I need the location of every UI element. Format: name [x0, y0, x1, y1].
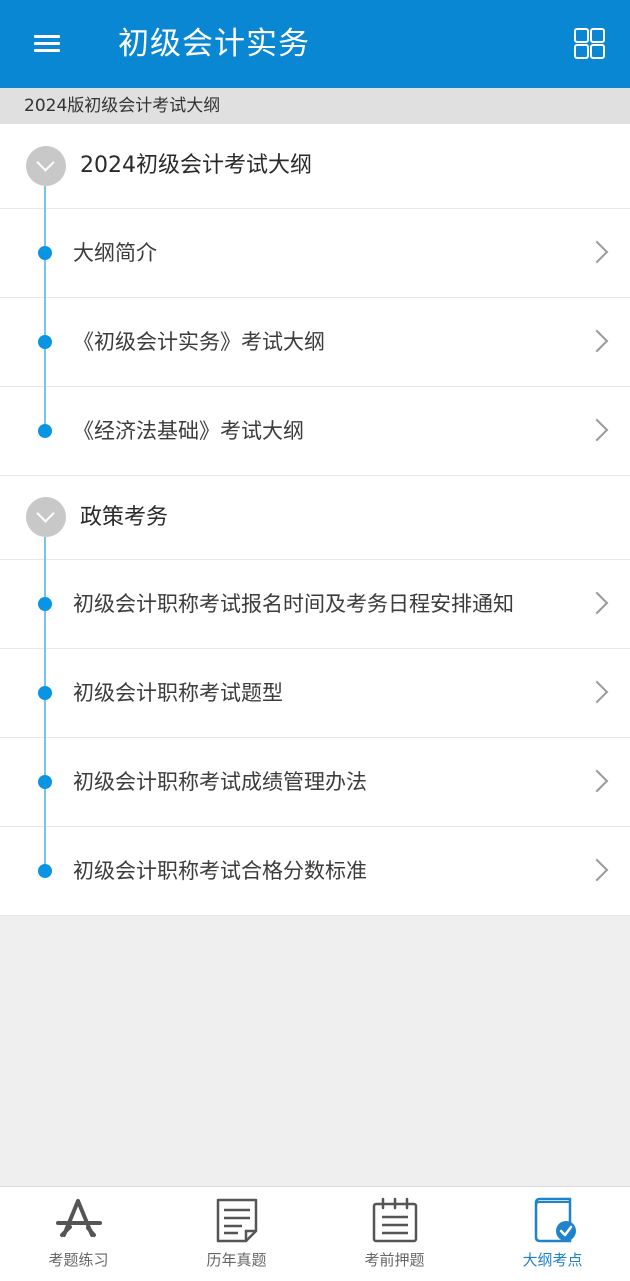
item-label: 初级会计职称考试题型: [73, 681, 283, 705]
chevron-right-icon: [585, 329, 609, 353]
chevron-right-icon: [585, 418, 609, 442]
chevron-right-icon: [585, 858, 609, 882]
bottom-tab-bar: 考题练习 历年真题 考前押题 大纲考点: [0, 1186, 630, 1281]
group-header[interactable]: 政策考务: [0, 476, 630, 561]
list-item[interactable]: 初级会计职称考试成绩管理办法: [0, 737, 630, 827]
tab-label: 考前押题: [364, 1251, 425, 1269]
timeline-dot: [38, 597, 52, 611]
subheader-bar: 2024版初级会计考试大纲: [0, 88, 630, 124]
list-item[interactable]: 《经济法基础》考试大纲: [0, 386, 630, 476]
tab-syllabus[interactable]: 大纲考点: [474, 1187, 630, 1281]
list-item[interactable]: 大纲简介: [0, 208, 630, 298]
tab-practice[interactable]: 考题练习: [0, 1187, 157, 1281]
timeline-dot: [38, 775, 52, 789]
practice-icon: [55, 1199, 102, 1237]
tab-label: 大纲考点: [522, 1251, 583, 1269]
item-label: 初级会计职称考试合格分数标准: [73, 859, 367, 883]
chevron-down-icon[interactable]: [26, 146, 66, 186]
chevron-right-icon: [585, 680, 609, 704]
item-label: 初级会计职称考试成绩管理办法: [73, 770, 367, 794]
group-outline: 2024初级会计考试大纲 大纲简介 《初级会计实务》考试大纲 《经济法基础》考试…: [0, 124, 630, 476]
page-title: 初级会计实务: [118, 26, 310, 62]
tab-predicted[interactable]: 考前押题: [316, 1187, 473, 1281]
timeline-dot: [38, 246, 52, 260]
item-label: 大纲简介: [73, 241, 157, 265]
syllabus-icon: [534, 1197, 576, 1243]
list-item[interactable]: 初级会计职称考试题型: [0, 648, 630, 738]
chevron-right-icon: [585, 240, 609, 264]
app-header: 初级会计实务: [0, 0, 630, 88]
timeline-dot: [38, 424, 52, 438]
chevron-right-icon: [585, 769, 609, 793]
past-papers-icon: [216, 1198, 257, 1243]
menu-icon[interactable]: [34, 35, 60, 53]
subheader-text: 2024版初级会计考试大纲: [24, 96, 221, 116]
item-label: 《初级会计实务》考试大纲: [73, 330, 325, 354]
group-header[interactable]: 2024初级会计考试大纲: [0, 124, 630, 210]
chevron-right-icon: [585, 591, 609, 615]
syllabus-list: 2024初级会计考试大纲 大纲简介 《初级会计实务》考试大纲 《经济法基础》考试…: [0, 124, 630, 916]
group-title: 政策考务: [80, 505, 169, 530]
tab-label: 考题练习: [48, 1251, 109, 1269]
tab-past-papers[interactable]: 历年真题: [158, 1187, 315, 1281]
timeline-dot: [38, 335, 52, 349]
predicted-questions-icon: [372, 1197, 417, 1243]
group-policy: 政策考务 初级会计职称考试报名时间及考务日程安排通知 初级会计职称考试题型 初级…: [0, 476, 630, 916]
grid-icon[interactable]: [574, 28, 606, 60]
timeline-dot: [38, 686, 52, 700]
group-title: 2024初级会计考试大纲: [80, 153, 312, 178]
list-item[interactable]: 《初级会计实务》考试大纲: [0, 297, 630, 387]
timeline-dot: [38, 864, 52, 878]
list-item[interactable]: 初级会计职称考试合格分数标准: [0, 826, 630, 916]
list-item[interactable]: 初级会计职称考试报名时间及考务日程安排通知: [0, 559, 630, 649]
item-label: 《经济法基础》考试大纲: [73, 419, 304, 443]
tab-label: 历年真题: [206, 1251, 267, 1269]
item-label: 初级会计职称考试报名时间及考务日程安排通知: [73, 592, 514, 616]
chevron-down-icon[interactable]: [26, 497, 66, 537]
